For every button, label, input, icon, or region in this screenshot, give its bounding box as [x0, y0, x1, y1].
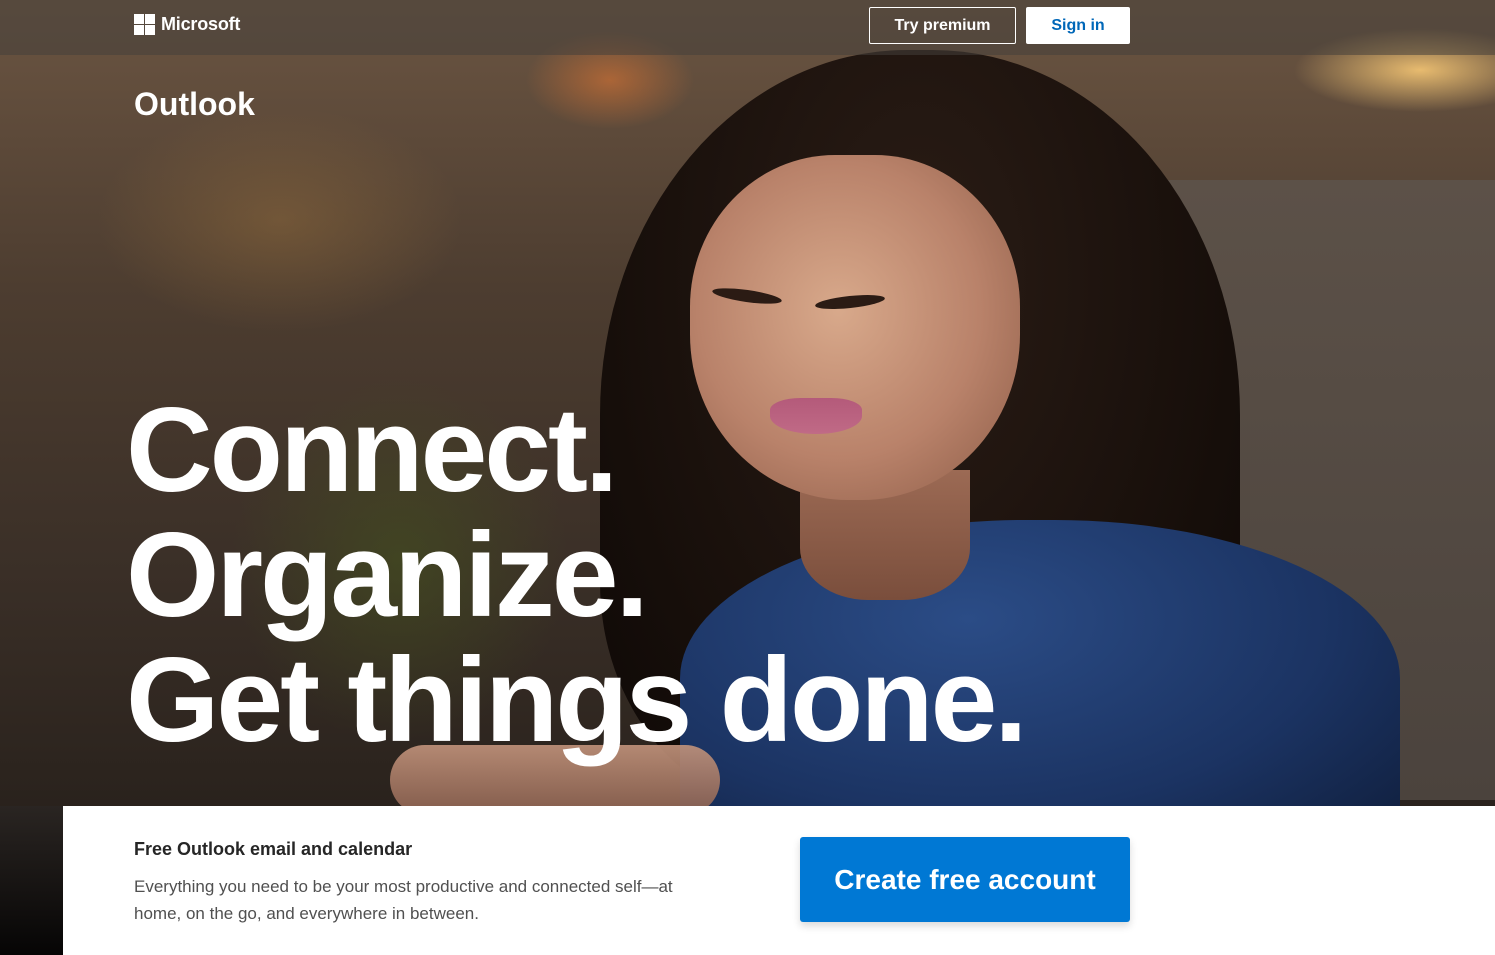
headline-line-1: Connect. [126, 383, 618, 517]
microsoft-logo[interactable]: Microsoft [134, 14, 240, 35]
microsoft-brand-text: Microsoft [161, 14, 241, 34]
create-free-account-button[interactable]: Create free account [800, 837, 1130, 922]
microsoft-logo-icon [134, 14, 155, 35]
card-description: Everything you need to be your most prod… [134, 877, 673, 923]
headline-line-2: Organize. [126, 508, 649, 642]
hero-left-strip [0, 806, 63, 955]
top-navigation-bar: Microsoft Try premium Sign in [0, 0, 1495, 55]
hero-headline: Connect. Organize. Get things done. [126, 383, 1028, 767]
headline-line-3: Get things done. [126, 633, 1028, 767]
product-title: Outlook [134, 86, 255, 122]
try-premium-button[interactable]: Try premium [869, 7, 1016, 44]
sign-in-button[interactable]: Sign in [1026, 7, 1130, 44]
card-title: Free Outlook email and calendar [134, 839, 413, 859]
